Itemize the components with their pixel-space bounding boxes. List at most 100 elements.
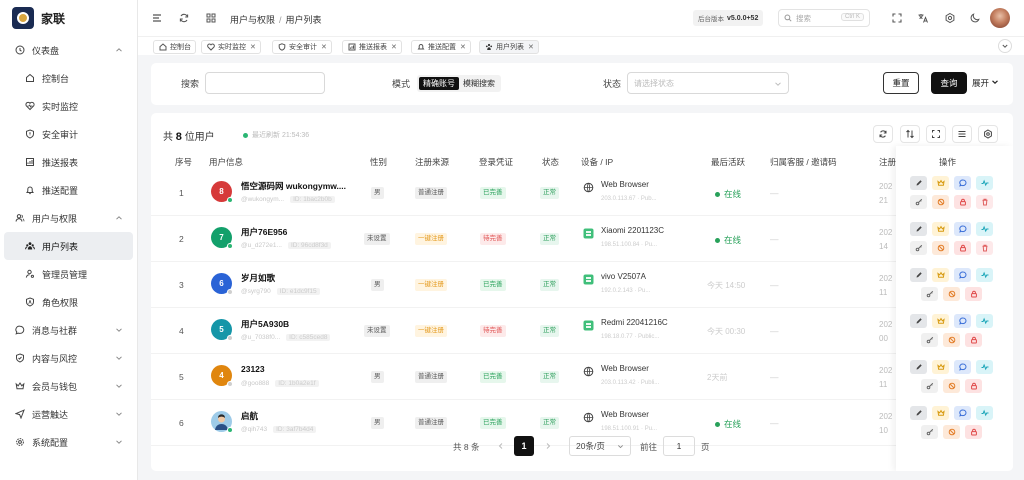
close-icon[interactable]: ✕ [250,43,256,51]
key-action-button[interactable] [921,333,938,347]
table-row[interactable]: 1 8 悟空源码网 wukongymw.... @wukongym... ID: 1ba… [151,170,1013,216]
edit-action-button[interactable] [910,314,927,328]
ban-action-button[interactable] [943,333,960,347]
close-icon[interactable]: ✕ [460,43,466,51]
avatar[interactable]: 4 [211,365,233,387]
crown-action-button[interactable] [932,360,949,374]
key-action-button[interactable] [921,425,938,439]
expand-button[interactable]: 展开 [972,77,999,89]
chat-action-button[interactable] [954,406,971,420]
chat-action-button[interactable] [954,222,971,236]
tab-monitor[interactable]: 实时监控 ✕ [201,40,261,54]
activity-action-button[interactable] [976,222,993,236]
key-action-button[interactable] [910,195,927,209]
status-select[interactable]: 请选择状态 [627,72,789,94]
column-header[interactable]: 序号 [175,156,192,168]
crown-action-button[interactable] [932,406,949,420]
sidebar-item-push-config[interactable]: 推送配置 [0,176,137,204]
user-name[interactable]: 悟空源码网 wukongymw.... [241,180,346,192]
tab-user-list[interactable]: 用户列表 ✕ [479,40,539,54]
refresh-icon[interactable] [177,11,191,25]
fullscreen-icon[interactable] [890,11,904,25]
chat-action-button[interactable] [954,360,971,374]
menu-group-system[interactable]: 系统配置 [0,428,137,456]
column-header[interactable]: 注册 [879,156,896,168]
mode-option-exact[interactable]: 精确账号 [419,77,459,90]
table-fullscreen-button[interactable] [926,125,946,143]
lock-action-button[interactable] [954,241,971,255]
menu-toggle-icon[interactable] [150,11,164,25]
search-input[interactable] [205,72,325,94]
lock-action-button[interactable] [954,195,971,209]
settings-icon[interactable] [943,11,957,25]
menu-group-content-risk[interactable]: 内容与风控 [0,344,137,372]
next-page-button[interactable] [540,436,556,456]
edit-action-button[interactable] [910,360,927,374]
menu-group-dashboard[interactable]: 仪表盘 [0,36,137,64]
menu-group-messages[interactable]: 消息与社群 [0,316,137,344]
edit-action-button[interactable] [910,406,927,420]
reset-button[interactable]: 重置 [883,72,919,94]
column-header[interactable]: 最后活跃 [711,156,745,168]
goto-page-input[interactable]: 1 [663,436,695,456]
ban-action-button[interactable] [943,379,960,393]
mode-option-fuzzy[interactable]: 模糊搜索 [459,77,499,90]
grid-icon[interactable] [204,11,218,25]
query-button[interactable]: 查询 [931,72,967,94]
table-density-button[interactable] [952,125,972,143]
crown-action-button[interactable] [932,222,949,236]
page-size-select[interactable]: 20条/页 [569,436,631,456]
page-1-button[interactable]: 1 [514,436,534,456]
ban-action-button[interactable] [932,195,949,209]
avatar[interactable]: 8 [211,181,233,203]
tab-audit[interactable]: 安全审计 ✕ [272,40,332,54]
column-header[interactable]: 性别 [370,156,387,168]
sidebar-item-audit[interactable]: 安全审计 [0,120,137,148]
user-name[interactable]: 23123 [241,364,265,374]
crown-action-button[interactable] [932,176,949,190]
global-search-input[interactable]: 搜索 Ctrl K [778,9,870,27]
column-header[interactable]: 设备 / IP [581,156,613,168]
sidebar-item-console[interactable]: 控制台 [0,64,137,92]
key-action-button[interactable] [921,379,938,393]
trash-action-button[interactable] [976,241,993,255]
tab-console[interactable]: 控制台 [153,40,196,54]
sidebar-item-monitor[interactable]: 实时监控 [0,92,137,120]
sidebar-item-roles[interactable]: 角色权限 [0,288,137,316]
moon-icon[interactable] [968,11,982,25]
lock-action-button[interactable] [965,379,982,393]
lock-action-button[interactable] [965,333,982,347]
trash-action-button[interactable] [976,195,993,209]
sidebar-item-admins[interactable]: 管理员管理 [0,260,137,288]
activity-action-button[interactable] [976,406,993,420]
crown-action-button[interactable] [932,268,949,282]
menu-group-operations[interactable]: 运营触达 [0,400,137,428]
sidebar-item-push-report[interactable]: 推送报表 [0,148,137,176]
close-icon[interactable]: ✕ [321,43,327,51]
key-action-button[interactable] [910,241,927,255]
activity-action-button[interactable] [976,314,993,328]
chat-action-button[interactable] [954,268,971,282]
tabs-dropdown-button[interactable] [998,39,1012,53]
activity-action-button[interactable] [976,360,993,374]
ban-action-button[interactable] [932,241,949,255]
tab-push-config[interactable]: 推送配置 ✕ [411,40,471,54]
column-header[interactable]: 用户信息 [209,156,243,168]
chat-action-button[interactable] [954,314,971,328]
table-sort-button[interactable] [900,125,920,143]
chat-action-button[interactable] [954,176,971,190]
user-name[interactable]: 用户76E956 [241,226,287,238]
column-header[interactable]: 注册来源 [415,156,449,168]
key-action-button[interactable] [921,287,938,301]
column-header[interactable]: 状态 [542,156,559,168]
crown-action-button[interactable] [932,314,949,328]
menu-group-membership[interactable]: 会员与钱包 [0,372,137,400]
avatar[interactable] [211,411,233,433]
avatar[interactable]: 5 [211,319,233,341]
edit-action-button[interactable] [910,176,927,190]
table-settings-button[interactable] [978,125,998,143]
app-logo[interactable]: 家联 [0,0,137,36]
table-row[interactable]: 2 7 用户76E956 @u_d272e1... ID: 96cd8f3d 未设置 一键注… [151,216,1013,262]
edit-action-button[interactable] [910,222,927,236]
activity-action-button[interactable] [976,176,993,190]
